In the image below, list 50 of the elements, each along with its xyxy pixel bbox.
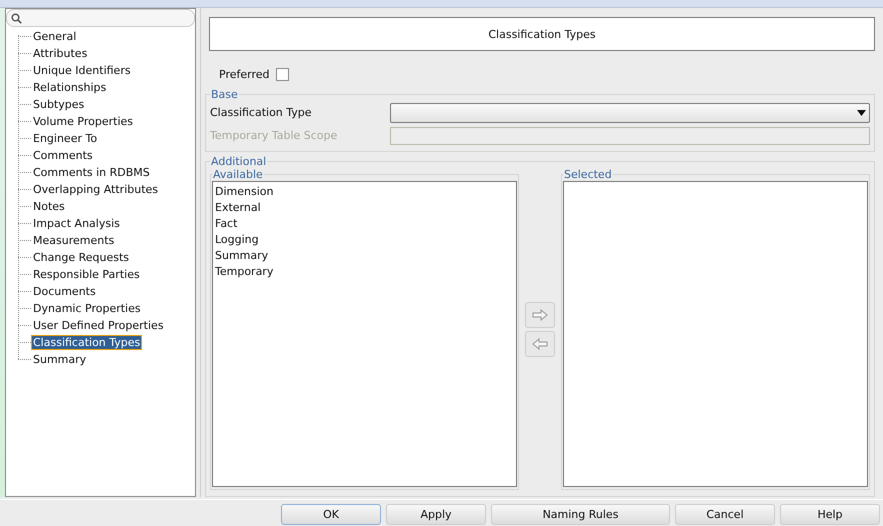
tree-item[interactable]: Notes: [31, 199, 67, 214]
field-label: Classification Type: [210, 106, 313, 119]
dialog-button[interactable]: Apply: [386, 504, 486, 525]
move-left-button[interactable]: [525, 330, 555, 356]
section-title: Base: [210, 88, 239, 101]
list-item[interactable]: Dimension: [215, 184, 514, 200]
tree-item[interactable]: Dynamic Properties: [31, 301, 143, 316]
available-list[interactable]: Dimension External Fact Logging Summary Temporary: [212, 181, 517, 487]
move-right-button[interactable]: [525, 302, 555, 328]
list-item[interactable]: Summary: [215, 248, 514, 264]
temporary-table-scope-field[interactable]: [390, 126, 870, 144]
classification-type-dropdown[interactable]: [390, 102, 870, 122]
tree-item[interactable]: Subtypes: [31, 97, 86, 112]
preferred-checkbox[interactable]: [276, 68, 288, 80]
field-label: Temporary Table Scope: [210, 129, 338, 142]
dialog-button[interactable]: Naming Rules: [491, 504, 670, 525]
list-title: Available: [212, 168, 264, 181]
tree-item[interactable]: Classification Types: [31, 335, 142, 350]
tree-item[interactable]: Summary: [31, 352, 88, 367]
search-icon: [11, 12, 22, 24]
left-arrow-icon: [532, 338, 548, 350]
list-item[interactable]: Fact: [215, 216, 514, 232]
tree-item[interactable]: Volume Properties: [31, 114, 135, 129]
dialog-button[interactable]: Help: [780, 504, 880, 525]
tree-item[interactable]: Comments in RDBMS: [31, 165, 152, 180]
tree-item[interactable]: Documents: [31, 284, 98, 299]
tree-item[interactable]: Comments: [31, 148, 95, 163]
section-title: Additional: [210, 155, 268, 168]
tree-item[interactable]: General: [31, 29, 78, 44]
preferred-label: Preferred: [219, 68, 270, 80]
tree-item[interactable]: Measurements: [31, 233, 116, 248]
list-item[interactable]: Temporary: [215, 264, 514, 280]
tree-item[interactable]: User Defined Properties: [31, 318, 166, 333]
tree-item[interactable]: Overlapping Attributes: [31, 182, 160, 197]
tree-item[interactable]: Impact Analysis: [31, 216, 122, 231]
tree-item[interactable]: Change Requests: [31, 250, 132, 265]
right-arrow-icon: [532, 308, 548, 320]
tree-item[interactable]: Unique Identifiers: [31, 63, 133, 78]
tree-item[interactable]: Responsible Parties: [31, 267, 142, 282]
search-field[interactable]: [6, 9, 195, 27]
tree-item[interactable]: Engineer To: [31, 131, 100, 146]
tree-item[interactable]: Relationships: [31, 80, 108, 95]
dialog-button[interactable]: Cancel: [675, 504, 775, 525]
tree-item[interactable]: Attributes: [31, 46, 90, 61]
list-item[interactable]: External: [215, 200, 514, 216]
list-title: Selected: [563, 168, 613, 181]
dropdown-arrow-icon: [857, 110, 866, 116]
dialog-button[interactable]: OK: [281, 504, 381, 525]
page-header: Classification Types: [209, 17, 875, 51]
list-item[interactable]: Logging: [215, 232, 514, 248]
